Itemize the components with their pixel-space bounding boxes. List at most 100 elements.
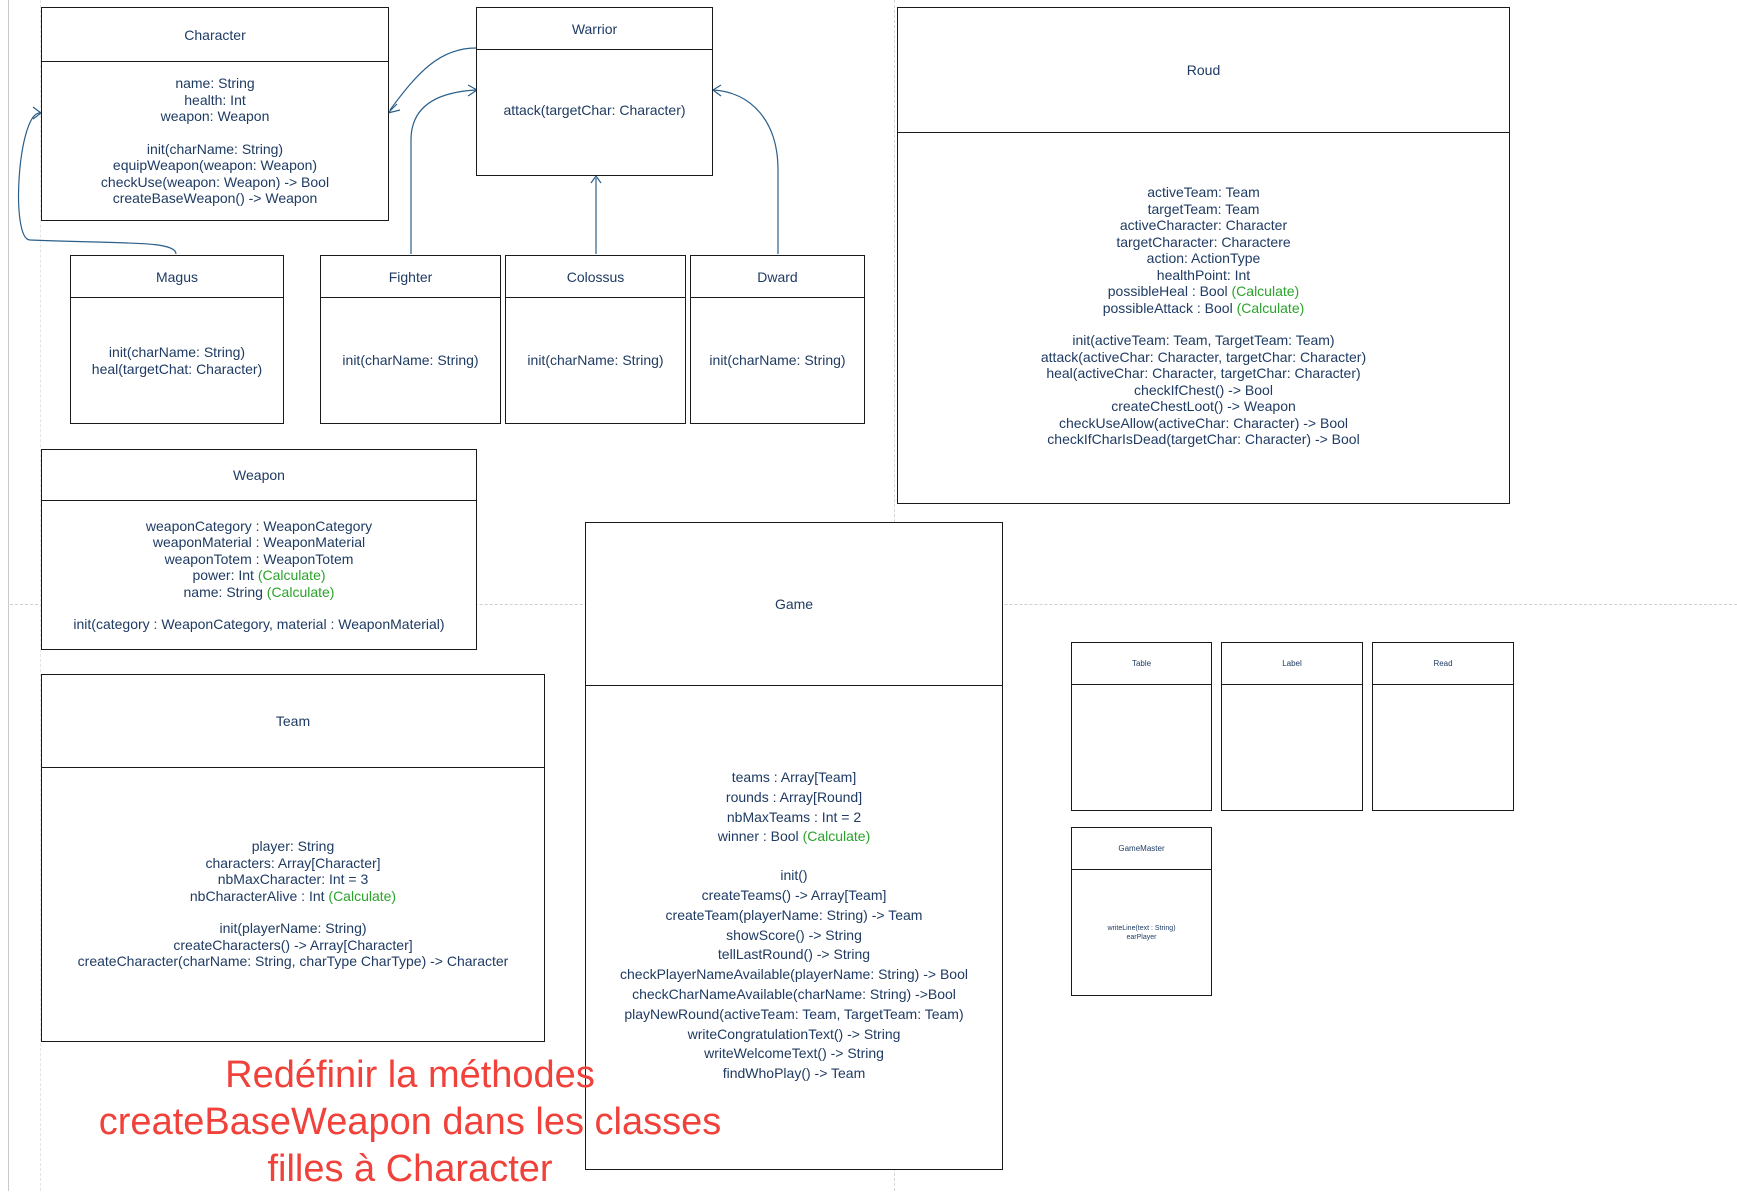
calculate-tag: (Calculate) [1231,283,1300,299]
member-line: characters: Array[Character] [205,854,381,871]
member-line: teams : Array[Team] [731,769,857,785]
class-character-title: Character [42,8,388,62]
arrow-fighter-to-warrior [410,89,477,254]
method-line: createTeam(playerName: String) -> Team [665,906,923,923]
calculate-tag: (Calculate) [802,828,871,845]
class-read[interactable]: Read [1372,642,1514,811]
method-line: checkIfChest() -> Bool [1134,381,1273,398]
method-line: init(charName: String) [527,352,664,369]
class-read-members [1373,685,1513,810]
method-line: init(charName: String) [108,344,246,360]
member-line: healthPoint: Int [1156,266,1251,283]
calculate-tag: (Calculate) [328,887,397,904]
class-table[interactable]: Table [1071,642,1212,811]
method-line: createBaseWeapon() -> Weapon [112,190,318,207]
member-text: winner : Bool [717,828,799,845]
method-line: createTeams() -> Array[Team] [701,886,887,903]
member-line: nbMaxTeams : Int = 2 [726,808,862,825]
class-read-title: Read [1373,643,1513,685]
method-line: writeCongratulationText() -> String [687,1025,901,1042]
member-line: name: String (Calculate) [184,584,335,601]
class-dward-members: init(charName: String) [691,298,864,423]
class-magus[interactable]: Magus init(charName: String) heal(target… [70,255,284,424]
method-line: createCharacters() -> Array[Character] [173,936,413,953]
method-line: heal(activeChar: Character, targetChar: … [1046,365,1361,381]
member-text: possibleHeal : Bool [1107,283,1228,299]
method-line: checkCharNameAvailable(charName: String)… [632,985,956,1002]
class-character[interactable]: Character name: String health: Int weapo… [41,7,389,221]
class-gamemaster-title: GameMaster [1072,828,1211,870]
member-line: weapon: Weapon [160,108,270,125]
member-line: nbMaxCharacter: Int = 3 [217,871,369,887]
member-line: health: Int [184,91,246,108]
member-text: power: Int [192,567,254,583]
class-team-members: player: String characters: Array[Charact… [42,768,544,1041]
class-warrior[interactable]: Warrior attack(targetChar: Character) [476,7,713,176]
class-weapon[interactable]: Weapon weaponCategory : WeaponCategory w… [41,449,477,650]
class-gamemaster[interactable]: GameMaster writeLine(text : String) earP… [1071,827,1212,996]
member-text: nbCharacterAlive : Int [189,887,325,904]
method-line: init(charName: String) [709,352,846,369]
method-line: checkUse(weapon: Weapon) -> Bool [100,173,330,190]
method-line: tellLastRound() -> String [717,946,871,963]
class-dward[interactable]: Dward init(charName: String) [690,255,865,424]
class-fighter[interactable]: Fighter init(charName: String) [320,255,501,424]
member-text: possibleAttack : Bool [1102,299,1233,316]
method-line: createCharacter(charName: String, charTy… [77,953,509,969]
method-line: checkUseAllow(activeChar: Character) -> … [1058,414,1349,431]
method-line: checkIfCharIsDead(targetChar: Character)… [1047,431,1360,447]
class-roud[interactable]: Roud activeTeam: Team targetTeam: Team a… [897,7,1510,504]
method-line: init(category : WeaponCategory, material… [73,616,445,632]
member-line: winner : Bool (Calculate) [718,827,871,847]
class-dward-title: Dward [691,256,864,298]
member-line: action: ActionType [1146,250,1261,266]
calculate-tag: (Calculate) [1236,299,1305,316]
member-line: rounds : Array[Round] [725,788,863,805]
class-colossus-title: Colossus [506,256,685,298]
method-line: writeLine(text : String) [1107,924,1176,932]
method-line: init(charName: String) [146,140,284,157]
method-line: equipWeapon(weapon: Weapon) [112,157,318,174]
method-line: createChestLoot() -> Weapon [1111,398,1296,414]
annotation-note: Redéfinir la méthodes createBaseWeapon d… [98,1054,722,1190]
class-game-title: Game [586,523,1002,686]
member-text: name: String [183,583,263,600]
member-line: weaponMaterial : WeaponMaterial [152,534,366,550]
class-roud-title: Roud [898,8,1509,133]
arrow-dward-to-warrior [712,89,779,254]
class-label-members [1222,685,1362,810]
method-line: init(activeTeam: Team, TargetTeam: Team) [1072,332,1335,348]
member-line: name: String [175,75,255,92]
calculate-tag: (Calculate) [266,583,335,600]
method-line: attack(targetChar: Character) [503,102,686,118]
class-colossus[interactable]: Colossus init(charName: String) [505,255,686,424]
class-character-members: name: String health: Int weapon: Weapon … [42,62,388,220]
class-warrior-title: Warrior [477,8,712,50]
method-line: attack(activeChar: Character, targetChar… [1040,348,1367,365]
member-line: activeTeam: Team [1147,184,1260,200]
class-label[interactable]: Label [1221,642,1363,811]
class-weapon-members: weaponCategory : WeaponCategory weaponMa… [42,501,476,649]
member-line: targetTeam: Team [1147,200,1260,217]
class-magus-title: Magus [71,256,283,298]
member-line: nbCharacterAlive : Int (Calculate) [190,888,396,905]
method-line: init(playerName: String) [219,920,367,936]
class-table-members [1072,685,1211,810]
class-team[interactable]: Team player: String characters: Array[Ch… [41,674,545,1042]
member-line: possibleAttack : Bool (Calculate) [1103,300,1305,317]
member-line: weaponTotem : WeaponTotem [164,550,354,567]
method-line: showScore() -> String [726,926,862,943]
method-line: playNewRound(activeTeam: Team, TargetTea… [624,1005,964,1022]
member-line: activeCharacter: Character [1119,217,1288,233]
member-line: player: String [251,838,335,854]
method-line: earPlayer [1126,933,1157,941]
class-gamemaster-members: writeLine(text : String) earPlayer [1072,870,1211,995]
class-weapon-title: Weapon [42,450,476,501]
class-team-title: Team [42,675,544,768]
member-line: targetCharacter: Charactere [1116,233,1291,250]
calculate-tag: (Calculate) [257,567,326,583]
class-roud-members: activeTeam: Team targetTeam: Team active… [898,133,1509,503]
member-line: possibleHeal : Bool (Calculate) [1108,283,1299,300]
class-warrior-members: attack(targetChar: Character) [477,50,712,175]
member-line: weaponCategory : WeaponCategory [145,517,373,534]
